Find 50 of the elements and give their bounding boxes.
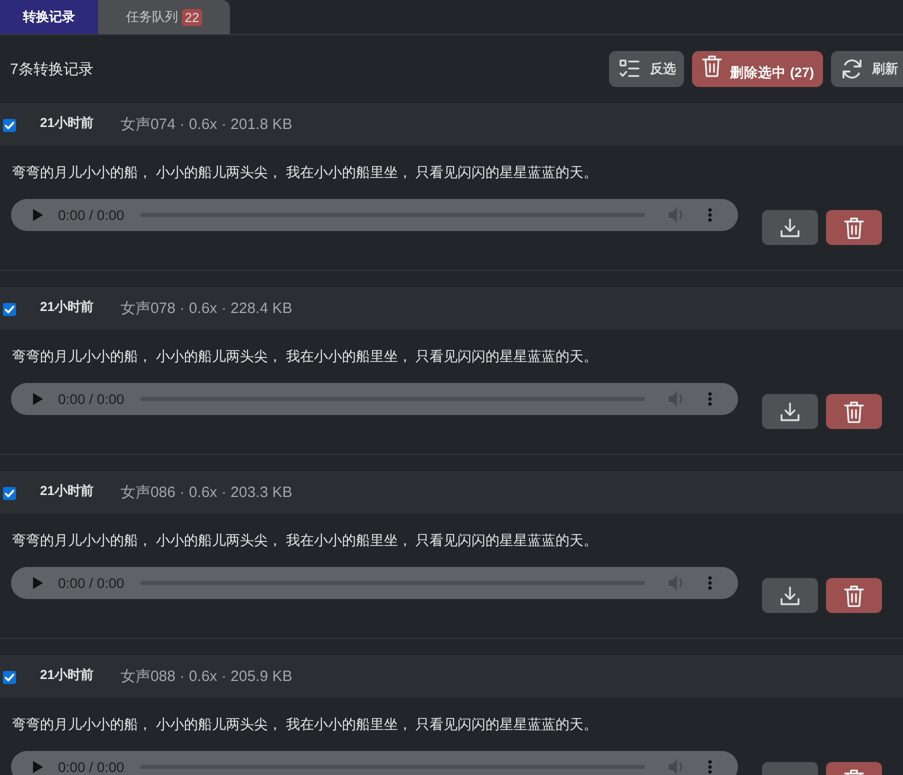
delete-button[interactable] (826, 394, 882, 429)
delete-selected-button[interactable]: 删除选中 (27) (692, 51, 823, 87)
time-ago: 21小时前 (40, 482, 94, 500)
download-icon (780, 218, 800, 238)
tab[interactable]: 任务队列 22 (98, 0, 230, 34)
record-text: 弯弯的月儿小小的船， 小小的船儿两头尖， 我在小小的船里坐， 只看见闪闪的星星蓝蓝的天。 (12, 163, 599, 182)
refresh-button[interactable]: 刷新 (831, 51, 903, 87)
more-options-icon[interactable] (708, 208, 712, 222)
record-meta: 女声086 · 0.6x · 203.3 KB (120, 483, 292, 502)
time-display: 0:00 / 0:00 (58, 576, 124, 590)
record-count: 7条转换记录 (9, 60, 94, 78)
record-meta: 女声088 · 0.6x · 205.9 KB (120, 667, 292, 686)
play-icon[interactable] (33, 209, 43, 221)
trash-icon (844, 400, 864, 422)
delete-button[interactable] (826, 578, 882, 613)
download-button[interactable] (762, 394, 818, 429)
checkbox[interactable] (3, 671, 16, 684)
more-options-icon[interactable] (708, 760, 712, 774)
checkbox[interactable] (3, 119, 16, 132)
more-options-icon[interactable] (708, 392, 712, 406)
play-icon[interactable] (33, 577, 43, 589)
tab[interactable]: 转换记录 (0, 0, 98, 34)
time-ago: 21小时前 (40, 114, 94, 132)
download-button[interactable] (762, 210, 818, 245)
delete-button[interactable] (826, 210, 882, 245)
play-icon[interactable] (33, 393, 43, 405)
record-text: 弯弯的月儿小小的船， 小小的船儿两头尖， 我在小小的船里坐， 只看见闪闪的星星蓝蓝的天。 (12, 715, 599, 734)
download-button[interactable] (762, 578, 818, 613)
time-ago: 21小时前 (40, 666, 94, 684)
record-text: 弯弯的月儿小小的船， 小小的船儿两头尖， 我在小小的船里坐， 只看见闪闪的星星蓝蓝的天。 (12, 347, 599, 366)
record-meta: 女声078 · 0.6x · 228.4 KB (120, 299, 292, 318)
trash-icon (844, 584, 864, 606)
download-icon (780, 402, 800, 422)
count-badge: 22 (182, 8, 202, 26)
checkbox[interactable] (3, 487, 16, 500)
record-text: 弯弯的月儿小小的船， 小小的船儿两头尖， 我在小小的船里坐， 只看见闪闪的星星蓝蓝的天。 (12, 531, 599, 550)
download-icon (780, 586, 800, 606)
more-options-icon[interactable] (708, 576, 712, 590)
checklist-icon (619, 59, 640, 79)
time-display: 0:00 / 0:00 (58, 392, 124, 406)
play-icon[interactable] (33, 761, 43, 773)
trash-icon (702, 55, 722, 77)
refresh-icon (841, 58, 863, 80)
time-display: 0:00 / 0:00 (58, 208, 124, 222)
checkbox[interactable] (3, 303, 16, 316)
time-ago: 21小时前 (40, 298, 94, 316)
trash-icon (844, 216, 864, 238)
record-meta: 女声074 · 0.6x · 201.8 KB (120, 115, 292, 134)
invert-selection-button[interactable]: 反选 (609, 51, 684, 87)
time-display: 0:00 / 0:00 (58, 760, 124, 774)
